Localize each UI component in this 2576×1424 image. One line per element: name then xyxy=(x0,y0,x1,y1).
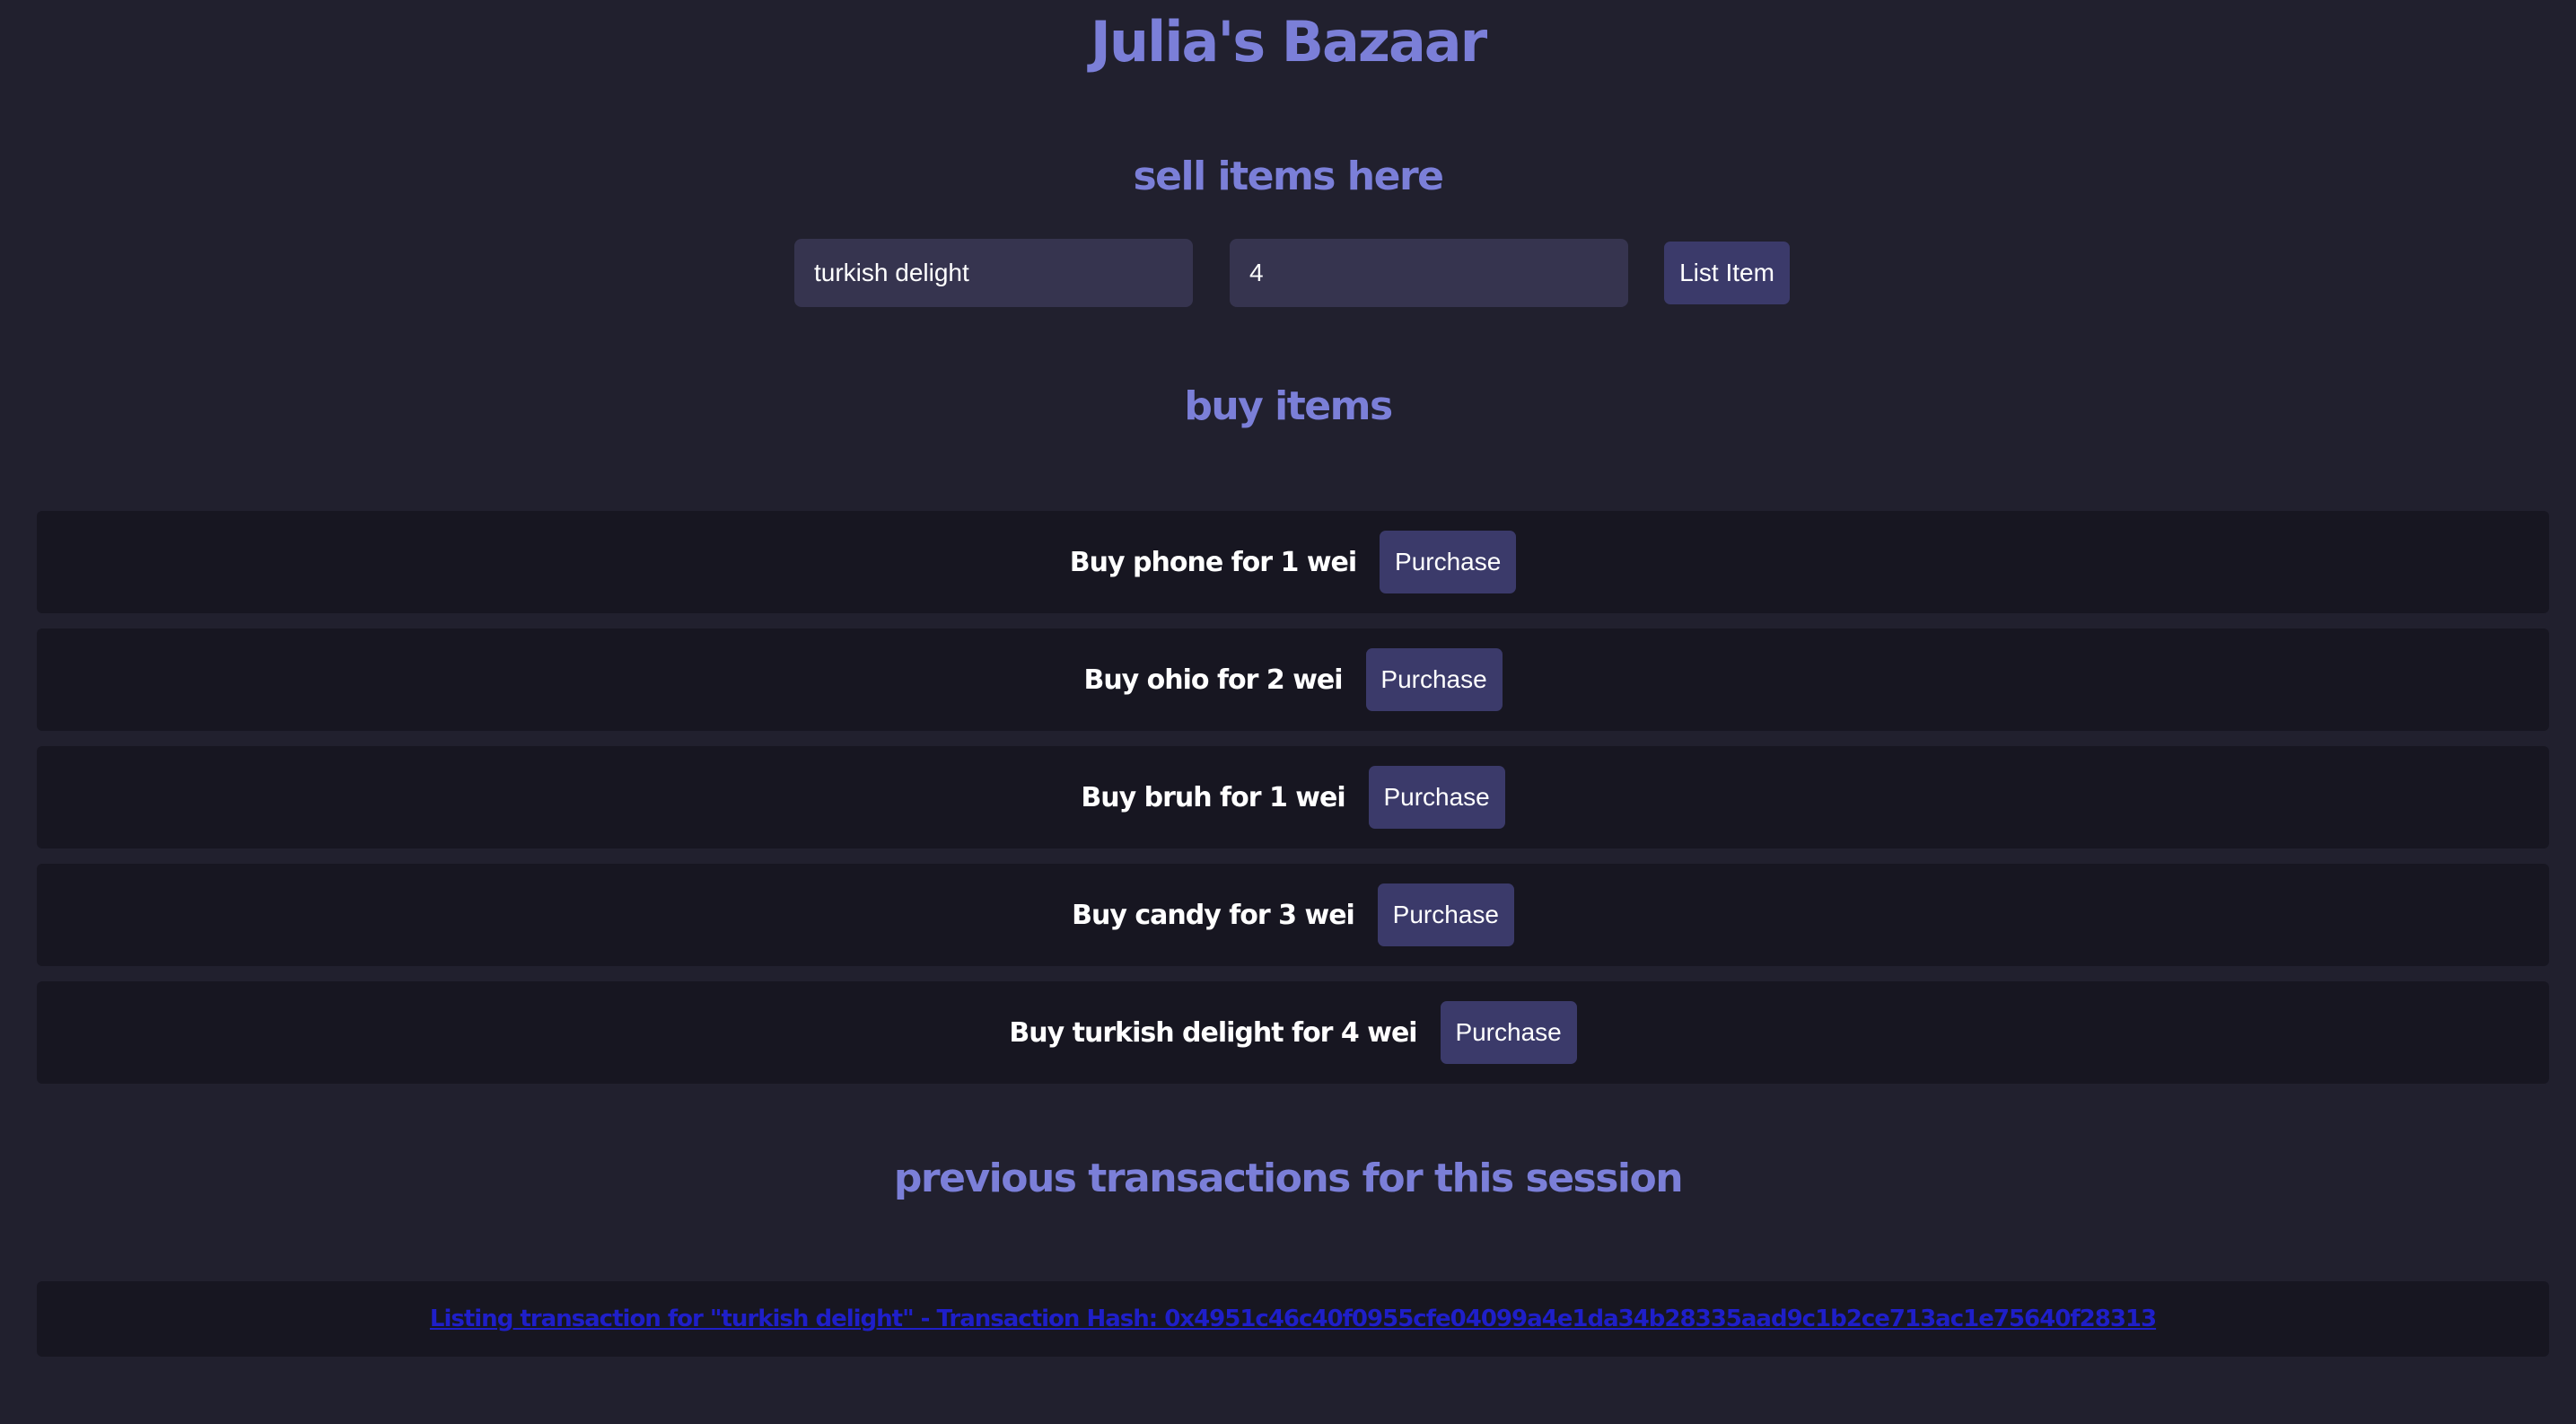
page-title: Julia's Bazaar xyxy=(1090,9,1487,75)
listing-row: Buy candy for 3 wei Purchase xyxy=(37,864,2549,966)
transaction-link[interactable]: Listing transaction for "turkish delight… xyxy=(430,1305,2157,1332)
transactions-heading: previous transactions for this session xyxy=(893,1156,1684,1201)
listing-label: Buy ohio for 2 wei xyxy=(1083,664,1343,696)
transaction-row: Listing transaction for "turkish delight… xyxy=(37,1281,2549,1357)
listing-label: Buy phone for 1 wei xyxy=(1069,546,1357,578)
purchase-button[interactable]: Purchase xyxy=(1368,766,1505,829)
item-name-input[interactable] xyxy=(794,239,1193,307)
listings: Buy phone for 1 wei Purchase Buy ohio fo… xyxy=(37,511,2549,1099)
listing-label: Buy bruh for 1 wei xyxy=(1081,781,1345,813)
purchase-button[interactable]: Purchase xyxy=(1377,883,1514,946)
listing-label: Buy turkish delight for 4 wei xyxy=(1009,1016,1417,1049)
purchase-button[interactable]: Purchase xyxy=(1365,648,1503,711)
listing-row: Buy bruh for 1 wei Purchase xyxy=(37,746,2549,848)
buy-heading: buy items xyxy=(1184,383,1393,429)
listing-row: Buy phone for 1 wei Purchase xyxy=(37,511,2549,613)
purchase-button[interactable]: Purchase xyxy=(1380,531,1517,593)
listing-row: Buy turkish delight for 4 wei Purchase xyxy=(37,981,2549,1084)
list-item-button[interactable]: List Item xyxy=(1664,242,1790,304)
sell-heading: sell items here xyxy=(1133,154,1444,199)
listing-row: Buy ohio for 2 wei Purchase xyxy=(37,628,2549,731)
page: Julia's Bazaar sell items here List Item… xyxy=(0,0,2576,1424)
item-price-input[interactable] xyxy=(1230,239,1628,307)
purchase-button[interactable]: Purchase xyxy=(1440,1001,1577,1064)
listing-label: Buy candy for 3 wei xyxy=(1072,899,1355,931)
